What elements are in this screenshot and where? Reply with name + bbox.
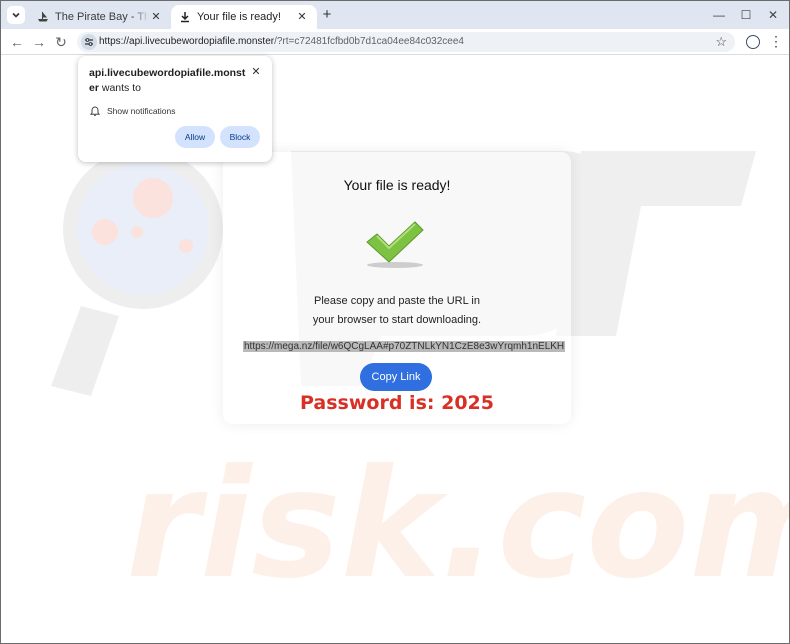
- block-button[interactable]: Block: [220, 126, 260, 148]
- permission-row: Show notifications: [89, 105, 176, 117]
- minimize-button[interactable]: —: [710, 7, 728, 23]
- page-title: Your file is ready!: [343, 177, 451, 193]
- new-tab-button[interactable]: +: [319, 7, 335, 23]
- chevron-down-icon: [12, 12, 20, 18]
- tab-title: The Pirate Bay - The galaxy's most resil…: [55, 11, 149, 23]
- tab-strip: The Pirate Bay - The galaxy's most resil…: [1, 1, 789, 29]
- window-close-button[interactable]: ✕: [764, 7, 782, 23]
- maximize-button[interactable]: ☐: [737, 7, 755, 23]
- download-link-text[interactable]: https://mega.nz/file/w6QCgLAA#p70ZTNLkYN…: [243, 341, 566, 352]
- reload-icon[interactable]: ↻: [53, 34, 69, 50]
- bookmark-star-icon[interactable]: ☆: [715, 34, 727, 50]
- tune-icon: [85, 38, 93, 46]
- notification-permission-popup: api.livecubewordopiafile.monster wants t…: [78, 56, 272, 162]
- tab-title: Your file is ready!: [197, 11, 281, 23]
- tab-your-file-ready[interactable]: Your file is ready! ✕: [171, 5, 317, 29]
- site-info-button[interactable]: [81, 34, 97, 50]
- url-text: https://api.livecubewordopiafile.monster…: [99, 36, 464, 47]
- forward-arrow-icon[interactable]: →: [31, 34, 47, 50]
- svg-text:risk.com: risk.com: [126, 438, 789, 612]
- download-card: Your file is ready! Please copy and past…: [223, 152, 571, 424]
- permission-label: Show notifications: [107, 106, 176, 116]
- instruction-line-1: Please copy and paste the URL in: [314, 295, 480, 307]
- bell-icon: [89, 105, 101, 117]
- instruction-line-2: your browser to start downloading.: [312, 314, 482, 326]
- copy-link-button[interactable]: Copy Link: [360, 363, 432, 391]
- tab-pirate-bay[interactable]: The Pirate Bay - The galaxy's most resil…: [29, 5, 171, 29]
- browser-window: The Pirate Bay - The galaxy's most resil…: [0, 0, 790, 644]
- checkmark-icon: [366, 221, 424, 268]
- back-arrow-icon[interactable]: ←: [9, 34, 25, 50]
- download-icon: [179, 11, 191, 23]
- password-text: Password is: 2025: [300, 392, 494, 414]
- allow-button[interactable]: Allow: [175, 126, 215, 148]
- popup-host: api.livecubewordopiafile.monster wants t…: [89, 66, 247, 96]
- pirate-ship-icon: [37, 11, 49, 23]
- close-icon[interactable]: ✕: [295, 10, 309, 24]
- profile-icon[interactable]: [746, 35, 760, 49]
- toolbar: ← → ↻ https://api.livecubewordopiafile.m…: [1, 29, 789, 55]
- address-bar[interactable]: https://api.livecubewordopiafile.monster…: [77, 32, 735, 52]
- close-icon[interactable]: ✕: [250, 66, 262, 78]
- url-host: https://api.livecubewordopiafile.monster: [99, 36, 275, 47]
- close-icon[interactable]: ✕: [149, 10, 163, 24]
- download-link-field[interactable]: https://mega.nz/file/w6QCgLAA#p70ZTNLkYN…: [243, 338, 566, 352]
- instructions: Please copy and paste the URL in your br…: [223, 292, 571, 330]
- popup-wants-to: wants to: [101, 82, 141, 94]
- url-path: /?rt=c72481fcfbd0b7d1ca04ee84c032cee4: [274, 36, 464, 47]
- menu-dots-icon[interactable]: ⋮: [769, 33, 783, 49]
- tab-search-button[interactable]: [7, 6, 25, 24]
